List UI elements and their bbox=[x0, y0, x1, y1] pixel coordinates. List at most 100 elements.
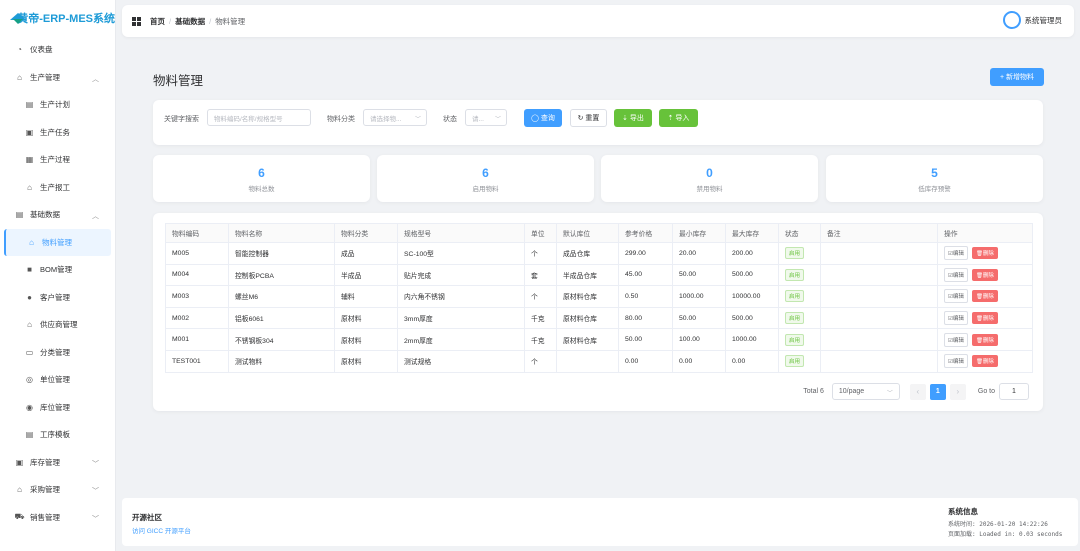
sidebar-item[interactable]: ⛟ 销售管理 ﹀ bbox=[0, 504, 115, 532]
sidebar-item[interactable]: ▣ 生产任务 bbox=[0, 119, 115, 147]
topbar: 首页 / 基础数据 / 物料管理 系统管理员 bbox=[122, 5, 1074, 37]
table-row: TEST001 测试物料 原材料 测试规格个 0.00 0.00 0.00 启用 ☑编辑 🗑删除 bbox=[165, 350, 1033, 373]
breadcrumb-base-data[interactable]: 基础数据 bbox=[175, 16, 205, 27]
calendar-icon: ▤ bbox=[25, 100, 34, 110]
cell-min: 50.00 bbox=[672, 307, 726, 330]
menu-toggle-icon[interactable] bbox=[132, 16, 141, 26]
sidebar-item[interactable]: ▤ 基础数据 ︿ bbox=[0, 201, 115, 229]
status-select-placeholder: 请... bbox=[472, 115, 484, 123]
sidebar-item[interactable]: ⌂ 物料管理 bbox=[4, 228, 111, 256]
reset-button[interactable]: ↻ 重置 bbox=[570, 109, 607, 127]
category-select-placeholder: 请选择物... bbox=[370, 115, 402, 123]
cell-min: 50.00 bbox=[672, 264, 726, 287]
app-logo[interactable]: 黄帝-ERP-MES系统 bbox=[0, 0, 115, 36]
delete-button[interactable]: 🗑删除 bbox=[971, 247, 998, 260]
cell-location: 原材料仓库 bbox=[556, 328, 619, 351]
delete-button[interactable]: 🗑删除 bbox=[971, 355, 998, 368]
community-link[interactable]: 访问 GICC 开源平台 bbox=[132, 525, 191, 535]
sidebar-item[interactable]: ⌂ 供应商管理 bbox=[0, 311, 115, 339]
column-header: 单位 bbox=[524, 223, 557, 243]
cell-min: 1000.00 bbox=[672, 285, 726, 308]
cell-actions: ☑编辑 🗑删除 bbox=[937, 285, 1033, 308]
cell-actions: ☑编辑 🗑删除 bbox=[937, 242, 1033, 265]
chevron-down-icon: ﹀ bbox=[886, 391, 893, 397]
cell-category: 原材料 bbox=[334, 328, 398, 351]
sidebar-item[interactable]: ▭ 分类管理 bbox=[0, 339, 115, 367]
database-icon: ▤ bbox=[15, 210, 24, 220]
cell-status: 启用 bbox=[778, 307, 821, 330]
status-select[interactable]: 请... ﹀ bbox=[465, 109, 507, 126]
sidebar-item[interactable]: ▣ 库存管理 ﹀ bbox=[0, 449, 115, 477]
breadcrumb-separator: / bbox=[169, 16, 172, 26]
category-icon: ▭ bbox=[25, 347, 34, 357]
keyword-search-input[interactable]: 物料编码/名称/规格型号 bbox=[207, 109, 311, 126]
add-material-button[interactable]: + 新增物料 bbox=[990, 68, 1044, 86]
status-label: 状态 bbox=[443, 116, 457, 123]
sidebar-item[interactable]: ● 客户管理 bbox=[0, 284, 115, 312]
sidebar-item[interactable]: ◔ 仪表盘 bbox=[0, 36, 115, 64]
cell-unit: 个 bbox=[524, 350, 557, 373]
goto-page-input[interactable]: 1 bbox=[999, 383, 1029, 400]
cell-unit: 千克 bbox=[524, 307, 557, 330]
sidebar-item[interactable]: ◎ 单位管理 bbox=[0, 366, 115, 394]
import-button[interactable]: ⇡ 导入 bbox=[659, 109, 698, 127]
column-header: 最小库存 bbox=[672, 223, 726, 243]
inventory-icon: ▣ bbox=[15, 457, 24, 467]
sidebar-item[interactable]: ▤ 工序模板 bbox=[0, 421, 115, 449]
sidebar-item[interactable]: ▤ 生产计划 bbox=[0, 91, 115, 119]
cell-remark bbox=[820, 307, 938, 330]
sidebar-item[interactable]: ▦ 生产过程 bbox=[0, 146, 115, 174]
cell-code: M001 bbox=[165, 328, 229, 351]
delete-button[interactable]: 🗑删除 bbox=[971, 268, 998, 281]
search-panel: 关键字搜索 物料编码/名称/规格型号 物料分类 请选择物... ﹀ 状态 请..… bbox=[153, 100, 1043, 145]
cell-location: 原材料仓库 bbox=[556, 307, 619, 330]
edit-button[interactable]: ☑编辑 bbox=[944, 246, 968, 261]
cell-price: 0.00 bbox=[618, 350, 673, 373]
chevron-down-icon: ﹀ bbox=[92, 460, 99, 468]
sidebar-item[interactable]: ⌂ 生产报工 bbox=[0, 174, 115, 202]
user-name[interactable]: 系统管理员 bbox=[1025, 15, 1063, 26]
cell-remark bbox=[820, 350, 938, 373]
sidebar-item-label: 仪表盘 bbox=[30, 45, 53, 55]
purchase-icon: ⌂ bbox=[17, 485, 22, 495]
edit-button[interactable]: ☑编辑 bbox=[944, 332, 968, 347]
stat-label: 低库存预警 bbox=[918, 186, 951, 193]
delete-button[interactable]: 🗑删除 bbox=[971, 333, 998, 346]
page-number-button[interactable]: 1 bbox=[929, 383, 946, 400]
sidebar-item[interactable]: ⌂ 采购管理 ﹀ bbox=[0, 476, 115, 504]
cell-actions: ☑编辑 🗑删除 bbox=[937, 328, 1033, 351]
edit-button[interactable]: ☑编辑 bbox=[944, 289, 968, 304]
stat-label: 禁用物料 bbox=[696, 186, 723, 193]
sidebar-item[interactable]: ⌂ 生产管理 ︿ bbox=[0, 64, 115, 92]
cell-code: M003 bbox=[165, 285, 229, 308]
sidebar-nav: ◔ 仪表盘 ⌂ 生产管理 ︿ ▤ 生产计划 ▣ 生产任务 ▦ 生产过程 ⌂ 生产报工 ▤ 基础数据 ︿ ⌂ 物料管… bbox=[0, 36, 115, 531]
table-row: M005 智能控制器 成品 SC-100型个成品仓库 299.00 20.00 200.00… bbox=[165, 242, 1033, 265]
sidebar-item-label: 生产任务 bbox=[40, 127, 70, 137]
cell-unit: 千克 bbox=[524, 328, 557, 351]
category-label: 物料分类 bbox=[327, 116, 355, 123]
sidebar-item[interactable]: ◉ 库位管理 bbox=[0, 394, 115, 422]
edit-button[interactable]: ☑编辑 bbox=[944, 354, 968, 369]
delete-button[interactable]: 🗑删除 bbox=[971, 290, 998, 303]
cell-max: 500.00 bbox=[725, 264, 779, 287]
sidebar-item-label: 基础数据 bbox=[30, 210, 60, 220]
edit-button[interactable]: ☑编辑 bbox=[944, 267, 968, 282]
category-select[interactable]: 请选择物... ﹀ bbox=[363, 109, 427, 126]
page-size-select[interactable]: 10/page ﹀ bbox=[831, 383, 900, 400]
stat-card-total: 6 物料总数 bbox=[153, 155, 370, 202]
export-button[interactable]: ⇣ 导出 bbox=[614, 109, 652, 127]
breadcrumb-home[interactable]: 首页 bbox=[150, 16, 165, 27]
cell-name: 控制板PCBA bbox=[228, 264, 335, 287]
edit-button[interactable]: ☑编辑 bbox=[944, 311, 968, 326]
status-badge: 启用 bbox=[785, 312, 805, 325]
query-button[interactable]: ◯ 查询 bbox=[524, 109, 562, 127]
sidebar-item[interactable]: ■ BOM管理 bbox=[0, 256, 115, 284]
next-page-button[interactable]: › bbox=[949, 383, 966, 400]
prev-page-button[interactable]: ‹ bbox=[909, 383, 926, 400]
cell-price: 50.00 bbox=[618, 328, 673, 351]
logo-icon bbox=[10, 12, 30, 24]
user-menu[interactable]: 系统管理员 bbox=[1002, 11, 1063, 29]
avatar[interactable] bbox=[1002, 11, 1021, 29]
column-header: 物料分类 bbox=[334, 223, 398, 243]
delete-button[interactable]: 🗑删除 bbox=[971, 312, 998, 325]
